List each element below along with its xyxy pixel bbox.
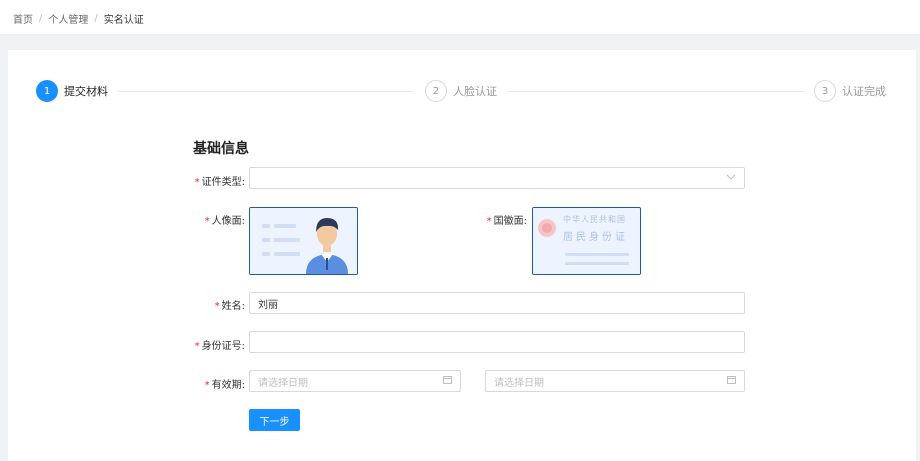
step-face: 2 人脸认证 — [425, 80, 497, 102]
name-value: 刘丽 — [258, 299, 278, 311]
step-complete: 3 认证完成 — [814, 80, 886, 102]
required-mark: * — [194, 177, 200, 188]
breadcrumb-personal[interactable]: 个人管理 — [48, 11, 88, 26]
validity-label: * 有效期: — [204, 380, 245, 391]
required-mark: * — [204, 216, 210, 227]
step-number: 3 — [814, 80, 836, 102]
calendar-icon — [727, 375, 736, 387]
breadcrumb-separator: / — [94, 13, 98, 24]
calendar-icon — [443, 375, 452, 387]
emblem-side-label: * 国徽面: — [486, 216, 527, 227]
doc-type-label: * 证件类型: — [194, 177, 245, 188]
emblem-side-upload[interactable]: 中华人民共和国 居民身份证 — [532, 207, 641, 275]
required-mark: * — [194, 341, 200, 352]
breadcrumb-current: 实名认证 — [103, 15, 144, 26]
step-number: 1 — [36, 80, 58, 102]
breadcrumb-home[interactable]: 首页 — [13, 11, 33, 26]
id-number-input[interactable] — [249, 331, 745, 353]
id-card-subtitle: 居民身份证 — [563, 232, 628, 243]
validity-start-date[interactable]: 请选择日期 — [249, 370, 461, 392]
step-label: 人脸认证 — [453, 85, 497, 98]
step-number: 2 — [425, 80, 447, 102]
required-mark: * — [204, 380, 210, 391]
validity-end-date[interactable]: 请选择日期 — [485, 370, 745, 392]
section-title: 基础信息 — [193, 141, 249, 157]
next-step-button[interactable]: 下一步 — [249, 409, 300, 431]
id-card-title: 中华人民共和国 — [563, 215, 626, 224]
breadcrumb: 首页 / 个人管理 / 实名认证 — [13, 11, 144, 26]
step-submit: 1 提交材料 — [36, 80, 108, 102]
required-mark: * — [486, 216, 492, 227]
name-label: * 姓名: — [214, 301, 245, 312]
step-connector — [508, 91, 804, 92]
step-label: 提交材料 — [64, 85, 108, 98]
end-date-placeholder: 请选择日期 — [494, 377, 544, 389]
step-connector — [118, 91, 414, 92]
main-card — [8, 50, 916, 461]
top-bar: 首页 / 个人管理 / 实名认证 — [0, 0, 920, 34]
id-number-label: * 身份证号: — [194, 341, 245, 352]
portrait-side-label: * 人像面: — [204, 216, 245, 227]
start-date-placeholder: 请选择日期 — [258, 377, 308, 389]
required-mark: * — [214, 301, 220, 312]
chevron-down-icon — [726, 173, 736, 183]
portrait-side-upload[interactable] — [249, 207, 358, 275]
step-label: 认证完成 — [842, 85, 886, 98]
id-portrait-illustration — [250, 208, 357, 274]
breadcrumb-separator: / — [39, 13, 43, 24]
name-input[interactable]: 刘丽 — [249, 292, 745, 314]
doc-type-select[interactable] — [249, 167, 745, 189]
